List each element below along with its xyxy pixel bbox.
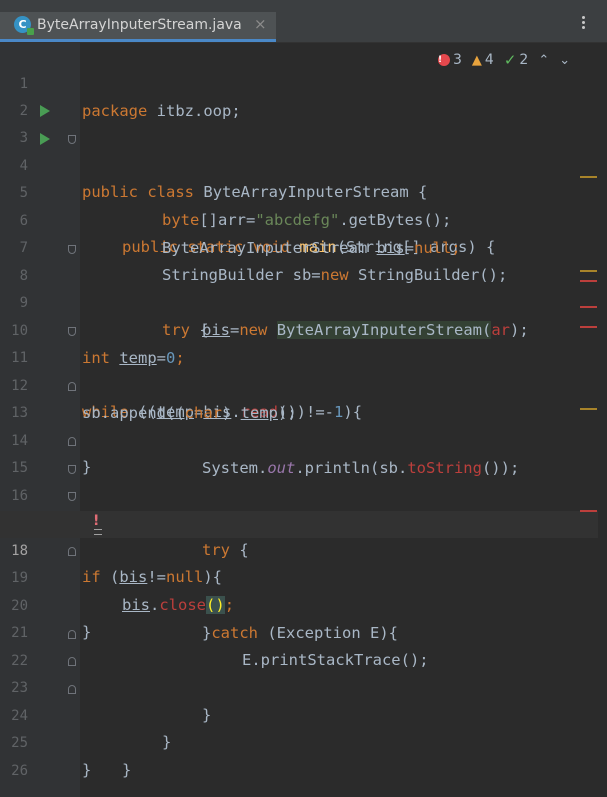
fold-icon[interactable] <box>68 465 76 474</box>
code-line[interactable]: 5 byte[]arr="abcdefg".getBytes(); <box>0 153 607 229</box>
error-stripe-mark[interactable] <box>580 306 597 308</box>
error-stripe[interactable] <box>598 43 607 797</box>
code-line[interactable]: 6 ByteArrayInputerStream bis=null; <box>0 181 607 257</box>
run-icon[interactable] <box>40 133 50 145</box>
code-line[interactable]: 23 } <box>0 648 607 751</box>
fold-icon[interactable] <box>68 657 76 666</box>
warning-stripe-mark[interactable] <box>580 176 597 178</box>
fold-icon[interactable] <box>68 492 76 501</box>
code-line[interactable]: 17 if (bis!=null){ <box>0 483 607 586</box>
fold-icon[interactable] <box>68 135 76 144</box>
line-number: 26 <box>11 763 28 779</box>
fold-icon[interactable] <box>68 685 76 694</box>
code-line[interactable]: 20 }catch (Exception E){ <box>0 566 607 642</box>
fold-icon[interactable] <box>68 437 76 446</box>
error-stripe-mark[interactable] <box>580 280 597 282</box>
code-line[interactable]: 4 public static void main(String[] args)… <box>0 126 607 256</box>
code-line[interactable]: 14 System.out.println(sb.toString()); <box>0 401 607 477</box>
code-line[interactable]: 9 bis=new ByteArrayInputerStream(ar); <box>0 263 607 339</box>
error-stripe-mark[interactable] <box>580 326 597 328</box>
error-stripe-mark[interactable] <box>580 510 597 512</box>
code-line[interactable]: 2 <box>0 71 607 119</box>
code-line[interactable]: 21 E.printStackTrace(); <box>0 593 607 669</box>
fold-icon[interactable] <box>68 382 76 391</box>
code-line[interactable]: 16 try { <box>0 456 607 559</box>
java-class-icon: C <box>14 16 34 35</box>
code-line[interactable]: 10 int temp=0; <box>0 291 607 367</box>
code-line[interactable]: 25 } <box>0 703 607 779</box>
more-vertical-icon[interactable] <box>578 14 588 31</box>
code-line[interactable]: 22 } <box>0 621 607 724</box>
code-line[interactable]: 7 StringBuilder sb=new StringBuilder(); <box>0 208 607 284</box>
tab-title: ByteArrayInputerStream.java <box>37 17 242 33</box>
fold-icon[interactable] <box>68 547 76 556</box>
warning-stripe-mark[interactable] <box>580 270 597 272</box>
code-line[interactable]: 8 try { <box>0 236 607 339</box>
fold-icon[interactable] <box>68 630 76 639</box>
editor-tab-bar: C ByteArrayInputerStream.java × <box>0 0 607 43</box>
code-line[interactable]: 19 } <box>0 538 607 641</box>
code-line[interactable]: 13 } <box>0 373 607 476</box>
fold-icon[interactable] <box>68 327 76 336</box>
error-bulb-icon[interactable]: ! <box>93 513 103 535</box>
code-line[interactable]: 3 public class ByteArrayInputerStream { <box>0 98 607 201</box>
run-icon[interactable] <box>40 105 50 117</box>
tab-bytearrayinputerstream[interactable]: C ByteArrayInputerStream.java × <box>0 12 276 42</box>
code-line-current[interactable]: 18 ! bis.close(); <box>0 511 607 614</box>
code-line[interactable]: 15 }finally { <box>0 428 607 531</box>
code-line[interactable]: 24 } <box>0 676 607 779</box>
code-line[interactable]: 12 sb.append((char) temp); <box>0 346 607 422</box>
code-line[interactable]: 1 package itbz.oop; <box>0 44 607 120</box>
code-line[interactable]: 26 <box>0 731 607 779</box>
code-line[interactable]: 11 while ((temp=bis.read())!=-1){ <box>0 318 607 421</box>
fold-icon[interactable] <box>68 245 76 254</box>
close-icon[interactable]: × <box>254 15 267 33</box>
warning-stripe-mark[interactable] <box>580 408 597 410</box>
